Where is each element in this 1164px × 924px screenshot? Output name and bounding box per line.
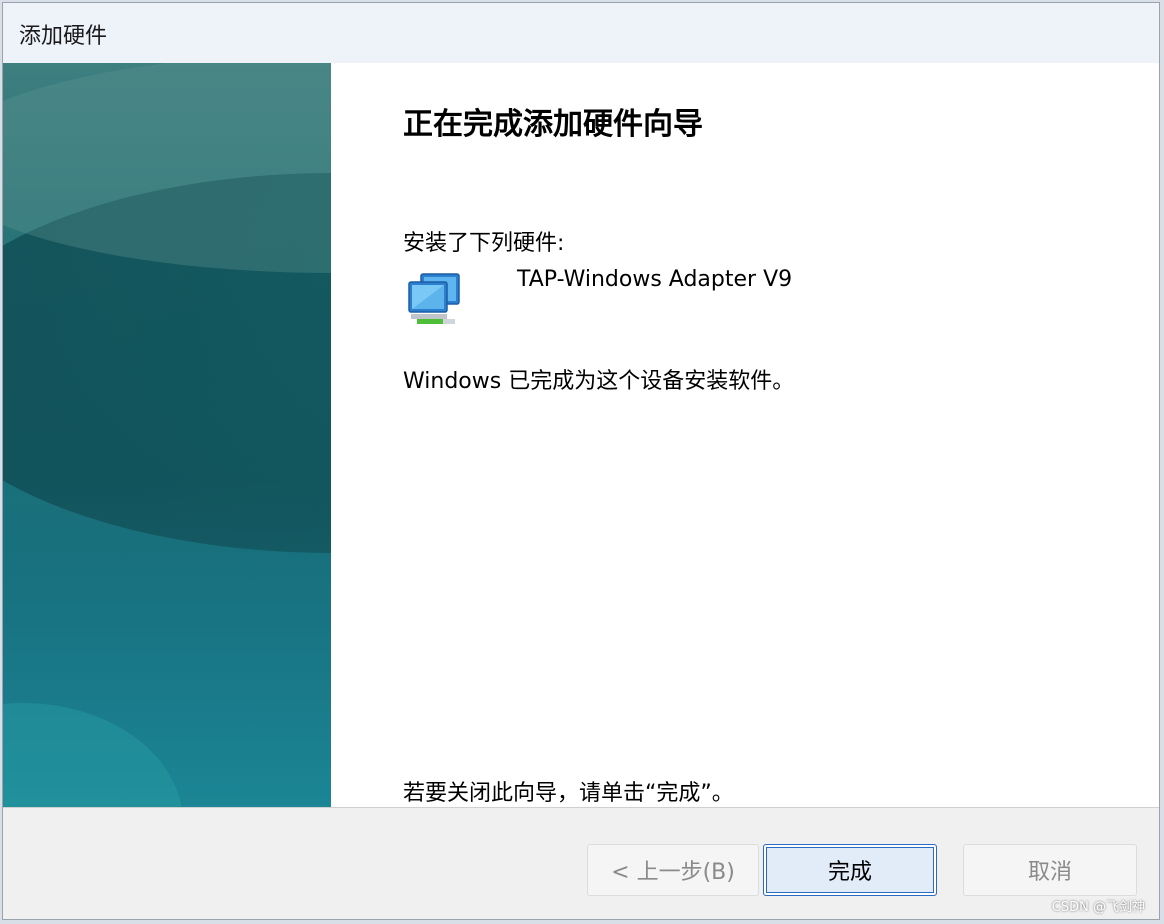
close-instruction: 若要关闭此向导，请单击“完成”。: [403, 781, 734, 806]
window-title: 添加硬件: [19, 24, 108, 49]
network-adapter-icon: [408, 273, 460, 324]
title-bar[interactable]: 添加硬件: [3, 3, 1159, 63]
cancel-button[interactable]: 取消: [963, 844, 1137, 896]
device-name: TAP-Windows Adapter V9: [517, 267, 793, 292]
back-button[interactable]: < 上一步(B): [587, 844, 759, 896]
watermark: CSDN @飞剑神: [1051, 900, 1145, 915]
wizard-content: 正在完成添加硬件向导 安装了下列硬件: TAP-Windows Adapter …: [331, 63, 1159, 807]
add-hardware-dialog: 添加硬件 正在完成添加硬件向导 安装了下列硬件: TAP-Windows Ada…: [2, 2, 1160, 920]
page-heading: 正在完成添加硬件向导: [403, 107, 703, 142]
wizard-side-banner: [3, 63, 331, 807]
banner-graphic: [3, 63, 331, 807]
installed-hardware-label: 安装了下列硬件:: [403, 231, 565, 256]
install-complete-message: Windows 已完成为这个设备安装软件。: [403, 369, 795, 394]
finish-button[interactable]: 完成: [763, 844, 937, 896]
button-bar: < 上一步(B) 完成 取消: [3, 808, 1159, 919]
